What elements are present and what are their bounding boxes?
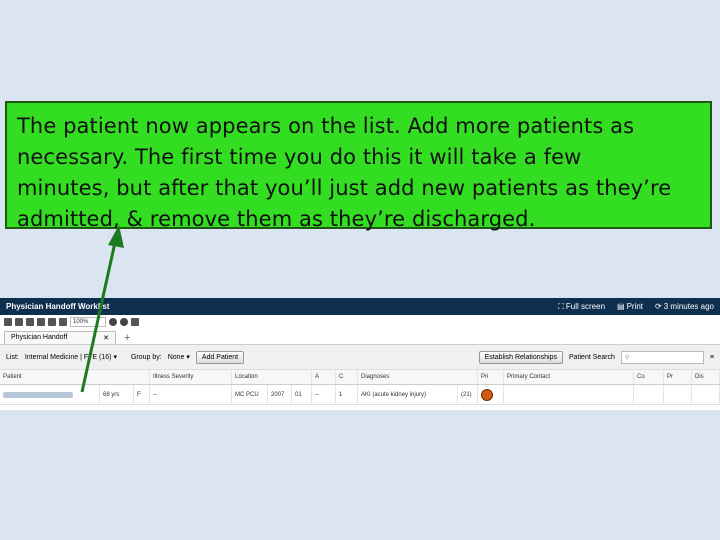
patient-diagnosis[interactable]: AKI (acute kidney injury) bbox=[358, 385, 458, 404]
patient-a: -- bbox=[312, 385, 336, 404]
circle-icon-2[interactable] bbox=[120, 318, 128, 326]
alert-icon bbox=[481, 388, 493, 401]
toolbar: 100% bbox=[0, 315, 720, 329]
tab-bar: Physician Handoff ✕ + bbox=[0, 329, 720, 345]
circle-icon[interactable] bbox=[109, 318, 117, 326]
full-screen-icon: ⛶ bbox=[558, 301, 564, 311]
tools-icon[interactable] bbox=[59, 318, 67, 326]
callout-line-1: The patient now appears on the list. Add… bbox=[17, 114, 635, 138]
home-icon[interactable] bbox=[131, 318, 139, 326]
col-pr[interactable]: Pr bbox=[664, 370, 692, 384]
callout-line-4: admitted, & remove them as they’re disch… bbox=[17, 207, 536, 231]
full-screen-label: Full screen bbox=[565, 302, 606, 311]
list-label: List: bbox=[6, 353, 19, 361]
callout-line-2: necessary. The first time you do this it… bbox=[17, 145, 582, 169]
primary-contact-cell[interactable] bbox=[504, 385, 634, 404]
patient-severity: -- bbox=[150, 385, 232, 404]
pointer-arrow bbox=[80, 225, 124, 393]
group-value: None bbox=[167, 354, 185, 361]
print-button[interactable]: ▤ Print bbox=[617, 302, 643, 311]
close-icon[interactable]: ✕ bbox=[103, 334, 109, 342]
zoom-select[interactable]: 100% bbox=[70, 317, 106, 327]
col-severity[interactable]: Illness Severity bbox=[150, 370, 232, 384]
book-icon[interactable] bbox=[26, 318, 34, 326]
patient-search-label: Patient Search bbox=[568, 353, 615, 361]
full-screen-button[interactable]: ⛶ Full screen bbox=[558, 302, 605, 312]
col-diagnoses[interactable]: Diagnoses bbox=[358, 370, 478, 384]
col-c[interactable]: C bbox=[336, 370, 358, 384]
list-value: Internal Medicine | FTE (16) bbox=[24, 354, 112, 361]
worklist-window: Physician Handoff Worklist ⛶ Full screen … bbox=[0, 298, 720, 410]
table-header: Patient Illness Severity Location A C Di… bbox=[0, 370, 720, 385]
col-primary-contact[interactable]: Primary Contact bbox=[504, 370, 634, 384]
col-a[interactable]: A bbox=[312, 370, 336, 384]
table-row[interactable]: 68 yrs F -- MC PCU 2007 01 -- 1 AKI (acu… bbox=[0, 385, 720, 405]
document-icon[interactable] bbox=[37, 318, 45, 326]
callout-text: The patient now appears on the list. Add… bbox=[17, 111, 707, 235]
print-icon: ▤ bbox=[617, 302, 625, 311]
add-patient-button[interactable]: Add Patient bbox=[195, 350, 245, 364]
refresh-icon: ⟳ bbox=[655, 302, 662, 311]
window-title: Physician Handoff Worklist bbox=[6, 302, 110, 311]
col-dis[interactable]: Dis bbox=[692, 370, 720, 384]
group-select[interactable]: None ▾ bbox=[168, 353, 190, 361]
pr-cell bbox=[664, 385, 692, 404]
group-label: Group by: bbox=[130, 353, 162, 361]
menu-icon[interactable]: ≡ bbox=[710, 354, 714, 361]
col-co[interactable]: Co bbox=[634, 370, 664, 384]
search-icon: ⚲ bbox=[624, 354, 630, 361]
patient-search-input[interactable]: ⚲ bbox=[620, 350, 704, 364]
col-location[interactable]: Location bbox=[232, 370, 312, 384]
col-patient[interactable]: Patient bbox=[0, 370, 150, 384]
redaction-bar bbox=[3, 391, 73, 398]
chevron-down-icon: ▾ bbox=[186, 354, 190, 361]
location-unit: MC PCU bbox=[232, 385, 268, 404]
chevron-down-icon: ▾ bbox=[113, 354, 117, 361]
refresh-button[interactable]: ⟳ 3 minutes ago bbox=[655, 302, 714, 311]
print-label: Print bbox=[626, 302, 644, 311]
wrench-icon[interactable] bbox=[48, 318, 56, 326]
list-bar: List: Internal Medicine | FTE (16) ▾ Gro… bbox=[0, 345, 720, 370]
binoculars-icon[interactable] bbox=[4, 318, 12, 326]
title-bar: Physician Handoff Worklist ⛶ Full screen … bbox=[0, 298, 720, 315]
location-room: 2007 bbox=[268, 385, 292, 404]
patient-c: 1 bbox=[336, 385, 358, 404]
add-tab-icon[interactable]: + bbox=[116, 332, 138, 344]
instruction-callout: The patient now appears on the list. Add… bbox=[5, 101, 712, 231]
list-select[interactable]: Internal Medicine | FTE (16) ▾ bbox=[25, 353, 117, 361]
pause-icon[interactable] bbox=[15, 318, 23, 326]
tab-physician-handoff[interactable]: Physician Handoff ✕ bbox=[4, 331, 116, 344]
priority-cell[interactable] bbox=[478, 385, 504, 404]
col-pri[interactable]: Pri bbox=[478, 370, 504, 384]
updated-label: 3 minutes ago bbox=[663, 302, 714, 311]
establish-relationships-button[interactable]: Establish Relationships bbox=[478, 350, 563, 364]
location-bed: 01 bbox=[292, 385, 312, 404]
patient-sex: F bbox=[134, 385, 150, 404]
tab-label: Physician Handoff bbox=[11, 334, 68, 341]
dis-cell bbox=[692, 385, 720, 404]
co-cell bbox=[634, 385, 664, 404]
patient-age: 68 yrs bbox=[100, 385, 134, 404]
callout-line-3: minutes, but after that you’ll just add … bbox=[17, 176, 672, 200]
patient-name-redacted[interactable] bbox=[0, 385, 100, 404]
diagnosis-count: (21) bbox=[458, 385, 478, 404]
patient-table: Patient Illness Severity Location A C Di… bbox=[0, 370, 720, 405]
